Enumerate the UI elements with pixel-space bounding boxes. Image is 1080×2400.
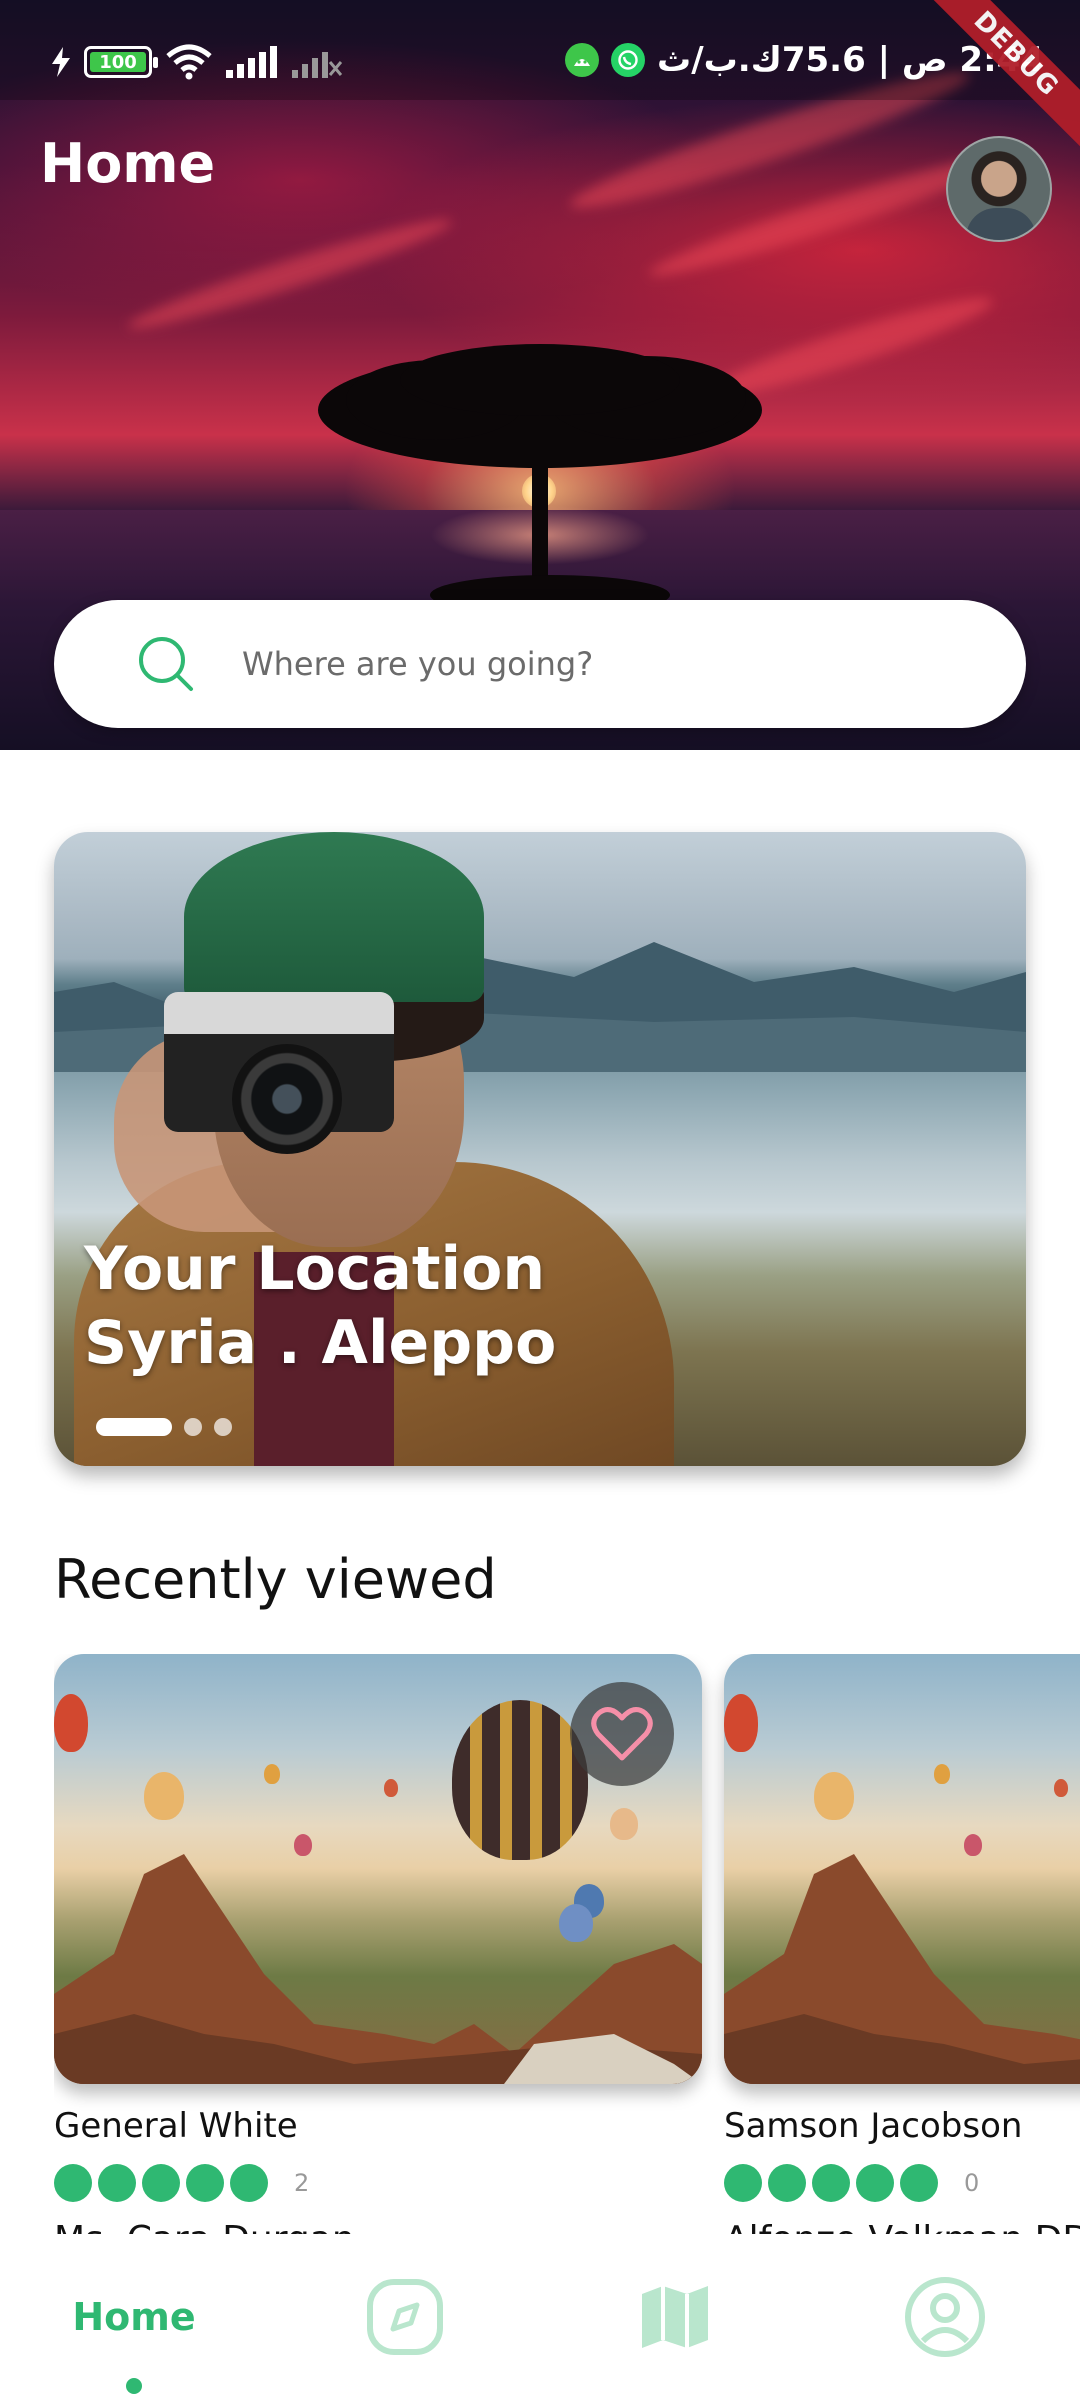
rating-star [186, 2164, 224, 2202]
compass-icon [367, 2279, 443, 2355]
recently-viewed-card[interactable]: Samson Jacobson 0 Alfonzo Volkman DDS [724, 1654, 1080, 2234]
nav-active-indicator [126, 2378, 142, 2394]
recently-viewed-list[interactable]: General White 2 Ms. Cara Durgan Samson J… [54, 1654, 1080, 2234]
heart-icon [591, 1706, 653, 1761]
nav-item-home[interactable]: Home [54, 2234, 214, 2400]
carousel-dot-active[interactable] [96, 1418, 172, 1436]
rating-star [768, 2164, 806, 2202]
search-icon [139, 637, 193, 691]
rating-star [812, 2164, 850, 2202]
nav-item-map[interactable] [610, 2234, 740, 2400]
android-notification-icon [565, 43, 600, 77]
host-name: Alfonzo Volkman DDS [724, 2212, 1080, 2234]
location-value: Syria . Aleppo [84, 1308, 557, 1378]
avatar[interactable] [946, 136, 1052, 242]
search-bar[interactable] [54, 600, 1026, 728]
rating-star [724, 2164, 762, 2202]
host-name: Ms. Cara Durgan [54, 2212, 702, 2234]
rating: 2 [54, 2164, 702, 2202]
rating-star [900, 2164, 938, 2202]
page-title: Home [40, 132, 216, 195]
rating-star [98, 2164, 136, 2202]
rock-formation [724, 1854, 1080, 2084]
profile-icon [905, 2277, 985, 2357]
recently-viewed-card[interactable]: General White 2 Ms. Cara Durgan [54, 1654, 702, 2234]
wifi-icon [166, 44, 212, 80]
rating-star [856, 2164, 894, 2202]
map-icon [642, 2286, 708, 2348]
search-input[interactable] [242, 600, 962, 728]
rating-star [230, 2164, 268, 2202]
whatsapp-icon [611, 43, 646, 77]
charging-icon [52, 47, 70, 77]
nav-home-label: Home [72, 2295, 196, 2339]
rating-star [142, 2164, 180, 2202]
location-text: Your Location Syria . Aleppo [84, 1232, 556, 1380]
signal-icon [226, 46, 277, 78]
signal-no-service-icon [292, 52, 342, 78]
nav-item-profile[interactable] [880, 2234, 1010, 2400]
beanie [184, 832, 484, 1002]
carousel-dot[interactable] [184, 1418, 202, 1436]
carousel-dot[interactable] [214, 1418, 232, 1436]
place-image[interactable] [724, 1654, 1080, 2084]
favorite-button[interactable] [570, 1682, 674, 1786]
place-name: Samson Jacobson [724, 2106, 1023, 2146]
section-title-recently-viewed: Recently viewed [54, 1548, 497, 1611]
battery-indicator: 100 [84, 46, 158, 78]
place-image[interactable] [54, 1654, 702, 2084]
rock-formation [54, 1854, 702, 2084]
rating-star [54, 2164, 92, 2202]
tree-silhouette [318, 344, 762, 468]
hero-banner: 100 ص | 75.6ك.ب/ث DEBUG Home Where are y… [0, 0, 1080, 750]
nav-item-explore[interactable] [340, 2234, 470, 2400]
bottom-nav: Home [0, 2234, 1080, 2400]
rating-count: 2 [294, 2169, 310, 2197]
location-heading: Your Location [84, 1234, 546, 1304]
carousel-indicator [96, 1418, 232, 1436]
rating-count: 0 [964, 2169, 980, 2197]
rating: 0 [724, 2164, 1080, 2202]
place-name: General White [54, 2106, 298, 2146]
status-bar: 100 ص | 75.6ك.ب/ث DEBUG [0, 0, 1080, 161]
location-card[interactable]: Your Location Syria . Aleppo [54, 832, 1026, 1466]
